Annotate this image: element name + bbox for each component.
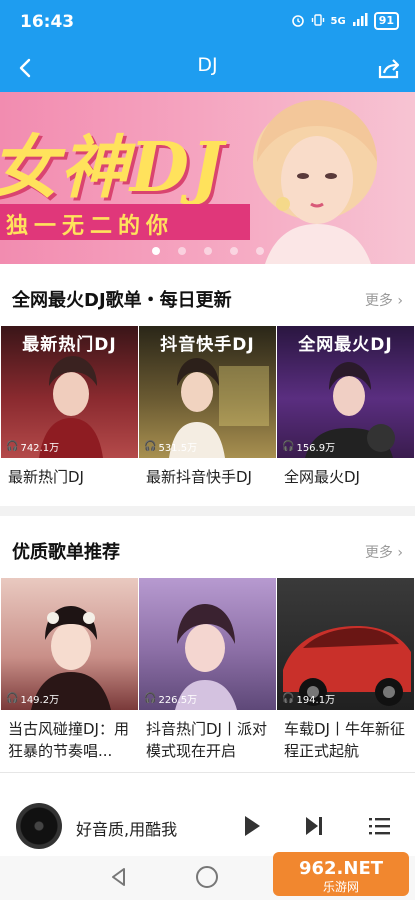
playlist-name: 车载DJ丨牛年新征程正式起航 — [284, 720, 405, 760]
battery-icon: 91 — [373, 12, 399, 30]
page-title: DJ — [197, 54, 218, 76]
playlist-cover: 🎧 194.1万 — [277, 578, 414, 710]
album-disc-icon[interactable] — [16, 803, 62, 849]
headphones-icon: 🎧 — [282, 441, 295, 452]
play-count: 🎧 156.9万 — [282, 439, 335, 454]
vibrate-icon — [311, 13, 325, 30]
playlist-cover: 最新热门DJ 🎧 742.1万 — [1, 326, 138, 458]
playlist-card[interactable]: 🎧 194.1万 车载DJ丨牛年新征程正式起航 — [277, 578, 414, 760]
battery-level: 91 — [378, 14, 394, 27]
banner-image — [225, 92, 395, 264]
play-count-value: 531.5万 — [158, 443, 198, 454]
section-title: 全网最火DJ歌单・每日更新 — [12, 290, 232, 311]
playlist-name: 抖音热门DJ丨派对模式现在开启 — [146, 720, 267, 760]
headphones-icon: 🎧 — [282, 693, 295, 704]
section-recommended: 优质歌单推荐 更多 › 🎧149.2万 当古风碰撞DJ：用狂暴的节奏唱... — [0, 506, 415, 772]
play-count: 🎧 531.5万 — [144, 439, 197, 454]
status-icons: 5G 91 — [291, 12, 399, 30]
playlist-name: 全网最火DJ — [284, 468, 360, 486]
network-label: 5G — [330, 15, 346, 27]
svg-text:乐游网: 乐游网 — [323, 880, 359, 894]
playlist-cover: 🎧 226.5万 — [139, 578, 276, 710]
playlist-card[interactable]: 🎧 149.2万 当古风碰撞DJ：用狂暴的节奏唱... — [1, 578, 138, 760]
banner[interactable]: 女神DJ 独一无二的你 — [0, 92, 415, 264]
section-header: 优质歌单推荐 更多 › — [0, 516, 415, 578]
playlist-cover: 全网最火DJ 🎧 156.9万 — [277, 326, 414, 458]
nav-bar: DJ — [0, 44, 415, 92]
play-icon[interactable] — [240, 813, 264, 839]
playlist-name: 最新热门DJ — [8, 468, 84, 486]
watermark-logo: 962.NET 乐游网 — [273, 848, 409, 898]
skip-next-icon[interactable] — [302, 813, 326, 839]
more-label: 更多 — [364, 545, 393, 561]
more-label: 更多 — [364, 293, 393, 309]
banner-dot[interactable] — [178, 247, 186, 255]
section-hot-dj: 全网最火DJ歌单・每日更新 更多 › 最新热门DJ 🎧 742.1万 最新热门DJ — [0, 264, 415, 506]
status-time: 16:43 — [20, 12, 75, 32]
signal-icon — [352, 12, 368, 30]
more-link[interactable]: 更多 › — [365, 290, 403, 310]
playlist-name: 最新抖音快手DJ — [146, 468, 252, 486]
svg-text:962.NET: 962.NET — [299, 858, 384, 879]
play-count-value: 226.5万 — [158, 695, 198, 706]
section-header: 全网最火DJ歌单・每日更新 更多 › — [0, 264, 415, 326]
banner-dot[interactable] — [152, 247, 160, 255]
section-title: 优质歌单推荐 — [12, 542, 120, 563]
playlist-cover: 抖音快手DJ 🎧 531.5万 — [139, 326, 276, 458]
mini-player[interactable]: 好音质,用酷我 — [0, 772, 415, 856]
playlist-cover: 🎧 149.2万 — [1, 578, 138, 710]
play-count-value: 742.1万 — [20, 443, 60, 454]
play-count: 🎧 194.1万 — [282, 691, 335, 706]
play-count: 🎧 149.2万 — [6, 691, 59, 706]
playlist-card[interactable]: 最新热门DJ 🎧 742.1万 最新热门DJ — [1, 326, 138, 486]
play-count-value: 194.1万 — [296, 695, 336, 706]
playlist-card[interactable]: 抖音快手DJ 🎧 531.5万 最新抖音快手DJ — [139, 326, 276, 486]
home-circle-icon[interactable] — [196, 866, 218, 888]
playlist-icon[interactable] — [366, 813, 392, 839]
banner-dot[interactable] — [204, 247, 212, 255]
playlist-name: 当古风碰撞DJ：用狂暴的节奏唱... — [8, 720, 129, 760]
headphones-icon: 🎧 — [6, 441, 19, 452]
playlist-card[interactable]: 🎧 226.5万 抖音热门DJ丨派对模式现在开启 — [139, 578, 276, 760]
status-bar: 16:43 5G 91 — [0, 0, 415, 44]
play-count-value: 156.9万 — [296, 443, 336, 454]
play-count-value: 149.2万 — [20, 695, 60, 706]
more-link[interactable]: 更多 › — [365, 542, 403, 562]
headphones-icon: 🎧 — [144, 441, 157, 452]
banner-dot[interactable] — [230, 247, 238, 255]
alarm-icon — [291, 13, 305, 30]
playlist-grid: 最新热门DJ 🎧 742.1万 最新热门DJ 抖音快手DJ 🎧 531.5万 最… — [0, 326, 415, 496]
share-icon[interactable] — [375, 54, 403, 82]
playlist-grid: 🎧 149.2万 当古风碰撞DJ：用狂暴的节奏唱... 🎧 226.5万 抖音热门D… — [0, 578, 415, 778]
play-count: 🎧 226.5万 — [144, 691, 197, 706]
banner-pagination — [152, 247, 264, 255]
play-count: 🎧 742.1万 — [6, 439, 59, 454]
screen: 16:43 5G 91 DJ 女神DJ 独一无二的你 全网最火DJ歌单・每日更新… — [0, 0, 415, 900]
banner-title: 女神DJ — [0, 128, 226, 208]
player-text: 好音质,用酷我 — [76, 820, 178, 839]
back-triangle-icon[interactable] — [108, 866, 130, 888]
headphones-icon: 🎧 — [144, 693, 157, 704]
headphones-icon: 🎧 — [6, 693, 19, 704]
playlist-card[interactable]: 全网最火DJ 🎧 156.9万 全网最火DJ — [277, 326, 414, 486]
banner-dot[interactable] — [256, 247, 264, 255]
banner-subtitle: 独一无二的你 — [6, 214, 175, 239]
